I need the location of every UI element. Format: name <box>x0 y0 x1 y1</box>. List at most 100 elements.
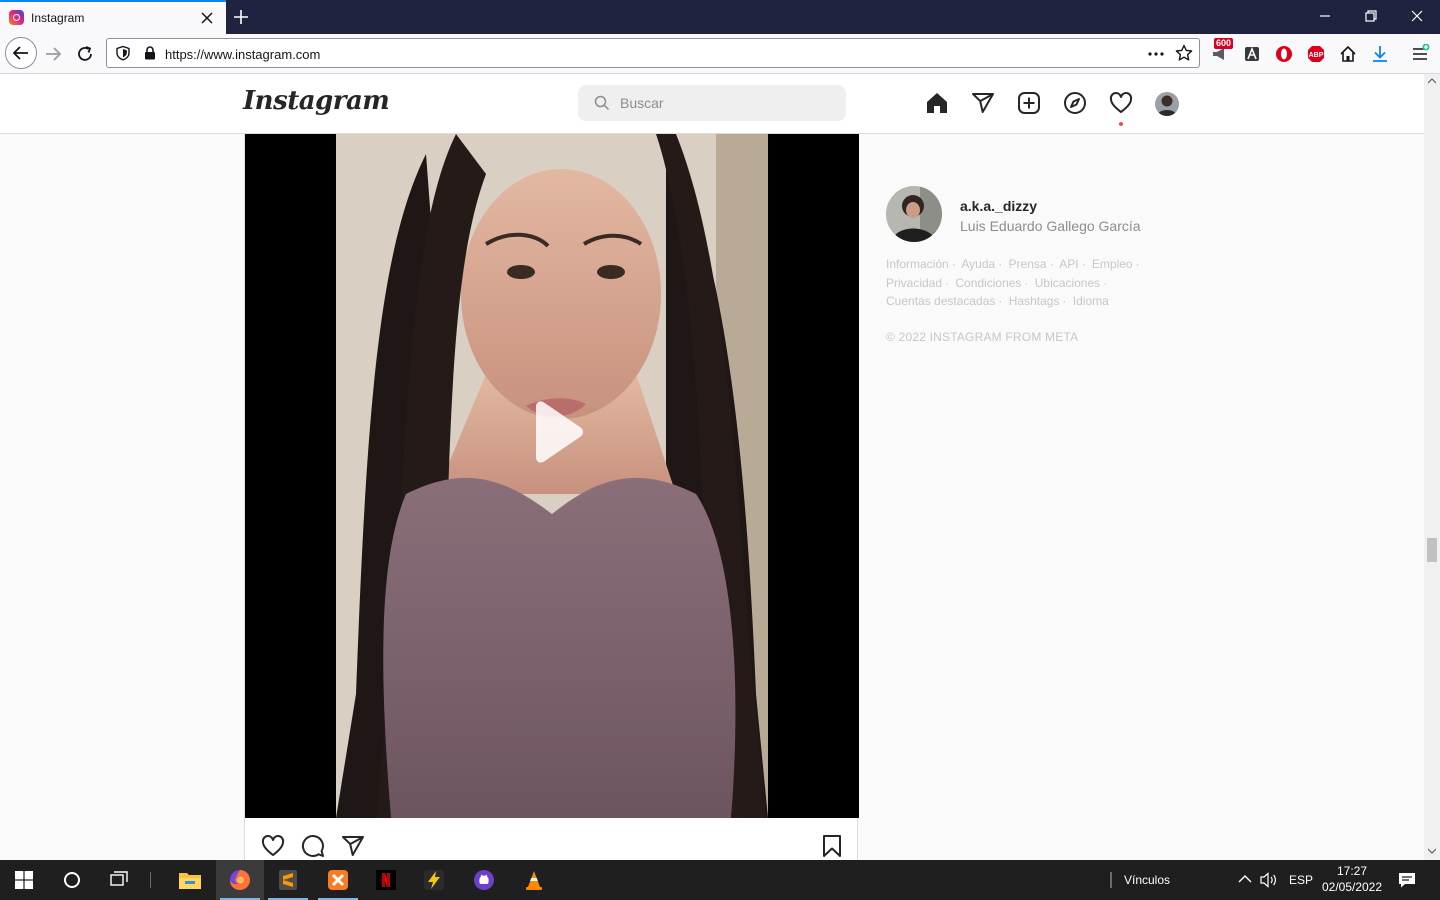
sublime-text-icon <box>279 870 297 890</box>
explore-icon[interactable] <box>1063 91 1087 115</box>
scroll-up-icon[interactable] <box>1428 78 1436 84</box>
save-bookmark-icon[interactable] <box>820 834 844 858</box>
back-button[interactable] <box>5 37 37 69</box>
sidebar-username[interactable]: a.k.a._dizzy <box>960 198 1037 214</box>
notification-dot <box>1119 122 1123 126</box>
taskbar-file-explorer[interactable] <box>166 860 214 900</box>
footer-link[interactable]: Prensa <box>1009 257 1047 271</box>
xampp-icon <box>328 870 348 890</box>
taskbar-vlc[interactable] <box>510 860 558 900</box>
forward-button[interactable] <box>41 42 65 66</box>
action-center-icon[interactable] <box>1398 871 1416 889</box>
vlc-cone-icon <box>526 871 542 890</box>
task-view-button[interactable] <box>96 860 144 900</box>
extension-notifier[interactable]: 600 <box>1210 38 1234 64</box>
restore-icon[interactable] <box>1363 8 1379 24</box>
firefox-icon <box>230 870 250 890</box>
more-actions-icon[interactable] <box>1147 46 1165 62</box>
search-box[interactable] <box>578 85 846 121</box>
direct-messages-icon[interactable] <box>971 91 995 115</box>
github-icon <box>474 870 494 890</box>
taskbar-divider <box>150 872 151 888</box>
toolbar-grip <box>1110 872 1112 888</box>
like-heart-icon[interactable] <box>261 834 285 858</box>
home-icon[interactable] <box>925 91 949 115</box>
bookmark-star-icon[interactable] <box>1175 44 1193 62</box>
post-video[interactable] <box>245 134 859 818</box>
lightning-tool-icon <box>424 870 444 890</box>
new-tab-icon[interactable] <box>232 8 250 26</box>
shield-icon[interactable] <box>115 45 131 61</box>
chevron-up-icon[interactable] <box>1238 874 1252 884</box>
new-post-icon[interactable] <box>1017 91 1041 115</box>
reader-extension-icon[interactable] <box>1242 44 1262 64</box>
start-button[interactable] <box>0 860 48 900</box>
share-icon[interactable] <box>341 834 365 858</box>
footer-link[interactable]: Idioma <box>1073 294 1109 308</box>
clock-time: 17:27 <box>1336 864 1368 878</box>
footer-link[interactable]: Condiciones <box>955 276 1021 290</box>
footer-link[interactable]: Ubicaciones <box>1035 276 1100 290</box>
cortana-button[interactable] <box>48 860 96 900</box>
minimize-icon[interactable] <box>1317 8 1333 24</box>
video-still-image <box>336 134 768 818</box>
tab-title: Instagram <box>31 11 85 25</box>
tab-instagram[interactable]: Instagram <box>0 0 226 34</box>
taskbar-xampp[interactable] <box>314 860 362 900</box>
windows-taskbar: Vínculos ESP 17:27 02/05/2022 <box>0 860 1440 900</box>
arrow-left-icon <box>12 46 28 60</box>
links-toolbar-label[interactable]: Vínculos <box>1124 873 1170 887</box>
taskbar-app-tool[interactable] <box>410 860 458 900</box>
instagram-header: Instagram <box>0 74 1424 134</box>
instagram-logo[interactable]: Instagram <box>243 86 390 116</box>
volume-icon[interactable] <box>1260 872 1278 888</box>
taskbar-netflix[interactable] <box>362 860 410 900</box>
url-text: https://www.instagram.com <box>165 47 321 62</box>
app-menu-icon[interactable] <box>1410 44 1430 64</box>
reload-icon <box>78 46 92 61</box>
home-icon[interactable] <box>1338 44 1358 64</box>
windows-logo-icon <box>15 871 33 889</box>
instagram-favicon-icon <box>9 10 24 25</box>
comment-icon[interactable] <box>301 834 325 858</box>
input-language[interactable]: ESP <box>1289 873 1313 887</box>
taskbar-firefox[interactable] <box>216 860 264 900</box>
scroll-thumb[interactable] <box>1427 538 1437 562</box>
copyright: © 2022 INSTAGRAM FROM META <box>886 330 1079 344</box>
page-scrollbar[interactable] <box>1424 74 1440 860</box>
opera-vpn-icon[interactable] <box>1274 44 1294 64</box>
search-icon <box>594 95 610 111</box>
lock-icon[interactable] <box>143 46 157 60</box>
close-tab-icon[interactable] <box>200 11 214 25</box>
feed-post <box>244 134 859 860</box>
extension-badge: 600 <box>1214 38 1234 49</box>
folder-icon <box>179 873 201 889</box>
scroll-down-icon[interactable] <box>1428 848 1436 854</box>
adblock-plus-icon[interactable]: ABP <box>1306 44 1326 64</box>
search-input[interactable] <box>620 85 830 121</box>
browser-navbar: https://www.instagram.com 600 ABP <box>0 34 1440 74</box>
footer-links: Información · Ayuda · Prensa · API · Empleo ·… <box>886 257 1140 308</box>
downloads-icon[interactable] <box>1370 44 1390 64</box>
activity-heart-icon[interactable] <box>1109 91 1133 115</box>
cortana-circle-icon <box>64 872 80 888</box>
play-icon[interactable] <box>522 399 588 465</box>
task-view-icon <box>110 871 128 886</box>
address-bar[interactable]: https://www.instagram.com <box>106 38 1200 68</box>
footer-link[interactable]: Ayuda <box>961 257 995 271</box>
footer-link[interactable]: Privacidad <box>886 276 942 290</box>
clock[interactable]: 17:27 02/05/2022 <box>1318 863 1386 895</box>
browser-titlebar: Instagram <box>0 0 1440 34</box>
clock-date: 02/05/2022 <box>1321 880 1383 894</box>
taskbar-github-desktop[interactable] <box>460 860 508 900</box>
profile-avatar[interactable] <box>1155 92 1179 116</box>
footer-link[interactable]: API <box>1059 257 1078 271</box>
footer-link[interactable]: Información <box>886 257 949 271</box>
close-window-icon[interactable] <box>1409 8 1425 24</box>
footer-link[interactable]: Cuentas destacadas <box>886 294 995 308</box>
taskbar-sublime-text[interactable] <box>264 860 312 900</box>
sidebar-avatar[interactable] <box>886 186 942 242</box>
footer-link[interactable]: Empleo <box>1092 257 1133 271</box>
footer-link[interactable]: Hashtags <box>1009 294 1060 308</box>
reload-button[interactable] <box>73 42 97 66</box>
